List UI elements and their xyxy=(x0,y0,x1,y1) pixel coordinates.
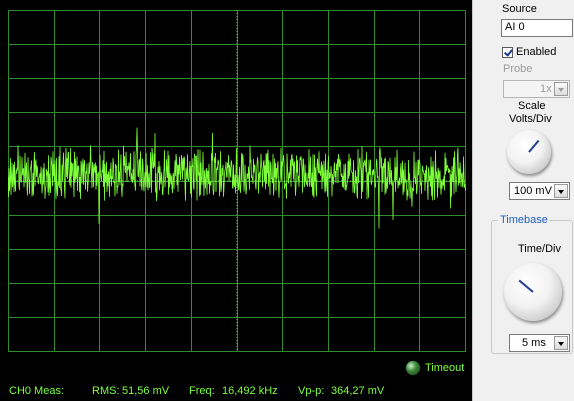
time-div-label: Time/Div xyxy=(518,243,561,255)
scale-label: Scale xyxy=(518,100,546,112)
time-div-knob[interactable] xyxy=(504,263,562,321)
rms-label: RMS: xyxy=(92,385,120,397)
volts-div-label: Volts/Div xyxy=(509,113,552,125)
timeout-label: Timeout xyxy=(425,362,465,374)
volts-div-select[interactable]: 100 mV xyxy=(509,182,570,200)
chevron-down-icon xyxy=(554,184,568,198)
volts-div-value: 100 mV xyxy=(514,185,552,197)
chevron-down-icon xyxy=(554,82,568,96)
enabled-checkbox[interactable] xyxy=(502,47,513,58)
vpp-label: Vp-p: xyxy=(298,385,325,397)
time-div-select[interactable]: 5 ms xyxy=(509,334,570,352)
rms-value: 51,56 mV xyxy=(122,385,170,397)
chevron-down-icon xyxy=(554,336,568,350)
freq-label: Freq: xyxy=(189,385,215,397)
timebase-label: Timebase xyxy=(498,214,550,226)
probe-value: 1x xyxy=(540,83,552,95)
probe-select[interactable]: 1x xyxy=(503,80,570,98)
oscilloscope-area: Timeout CH0 Meas: RMS: 51,56 mV Freq: 16… xyxy=(0,0,472,401)
oscilloscope-screen xyxy=(8,10,466,352)
waveform-display xyxy=(8,10,466,352)
probe-label: Probe xyxy=(503,63,533,75)
source-field[interactable]: AI 0 xyxy=(501,19,573,37)
measurement-bar: CH0 Meas: RMS: 51,56 mV Freq: 16,492 kHz… xyxy=(0,384,472,401)
knob-indicator-icon xyxy=(518,279,534,293)
source-label: Source xyxy=(502,3,537,15)
time-div-value: 5 ms xyxy=(522,337,546,349)
volts-div-knob[interactable] xyxy=(507,130,551,174)
source-value: AI 0 xyxy=(505,21,525,33)
control-panel: Source AI 0 Enabled Probe 1x Scale Volts… xyxy=(472,0,574,401)
freq-value: 16,492 kHz xyxy=(222,385,278,397)
channel-meas-label: CH0 Meas: xyxy=(9,385,65,397)
knob-indicator-icon xyxy=(528,139,540,153)
enabled-label: Enabled xyxy=(516,46,557,58)
vpp-value: 364,27 mV xyxy=(331,385,385,397)
timeout-indicator-icon xyxy=(406,361,420,375)
